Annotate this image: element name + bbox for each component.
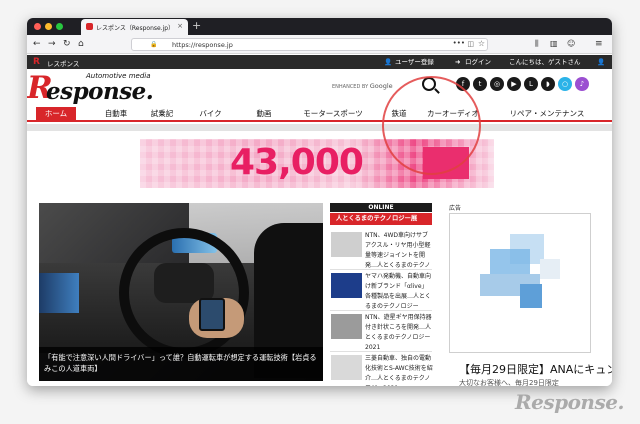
reload-button[interactable]: ↻ [63,38,71,50]
response-logo[interactable]: R esponse. Automotive media [27,71,157,105]
highlight-circle [382,76,481,175]
tab-close-icon[interactable]: × [177,22,183,30]
google-label: Google [369,82,393,90]
login-link[interactable]: ログイン [465,55,491,69]
account-icon[interactable]: ☺ [567,38,575,50]
bookmark-star-icon[interactable]: ☆ [478,39,485,48]
menu-item[interactable]: リペア・メンテナンス [491,107,603,122]
line-icon[interactable]: L [524,77,538,91]
alexa-icon[interactable]: ○ [558,77,572,91]
ad-label: 広告 [449,205,462,212]
minimize-window-button[interactable] [45,23,52,30]
article-list-item[interactable]: NTN、遊星ギヤ用保持器付き針状ころを開発…人とくるまのテクノロジー2021 [330,308,432,352]
article-list-item[interactable]: NTN、4WD車向けサブアクスル・リヤ用小型軽量等速ジョイントを開発…人とくるま… [330,226,432,270]
search-box[interactable]: ENHANCED BY Google [332,82,393,90]
back-button[interactable]: ← [33,38,41,50]
screenshot-stage: レスポンス（Response.jp） × + ← → ↻ ⌂ 🔒 https:/… [0,0,640,424]
article-thumbnail[interactable] [331,273,362,298]
rss-icon[interactable]: ◗ [541,77,555,91]
lock-icon: 🔒 [150,41,158,48]
user-register-link[interactable]: ユーザー登録 [395,55,434,69]
new-tab-button[interactable]: + [192,19,201,32]
logo-tagline: Automotive media [86,72,151,80]
pocket-icon[interactable]: ◫ [467,40,474,48]
menu-item[interactable]: 自動車 [96,107,136,122]
home-button[interactable]: ⌂ [78,38,84,50]
article-thumbnail[interactable] [331,314,362,339]
menu-item[interactable]: 試乗記 [139,107,185,122]
web-page: R レスポンス 👤 ユーザー登録 ➜ ログイン こんにちは、ゲストさん 👤 R … [27,55,612,386]
online-section-title[interactable]: 人とくるまのテクノロジー展 [330,213,432,225]
address-bar-url: https://response.jp [172,41,233,49]
article-thumbnail[interactable] [331,232,362,257]
library-icon[interactable]: ⫼ [535,38,539,50]
article-title[interactable]: NTN、4WD車向けサブアクスル・リヤ用小型軽量等速ジョイントを開発…人とくるま… [365,231,433,269]
response-watermark: Response. [515,390,624,414]
article-title[interactable]: NTN、遊星ギヤ用保持器付き針状ころを開発…人とくるまのテクノロジー2021 [365,313,433,351]
enhanced-by-label: ENHANCED BY [332,84,369,90]
ad-headline[interactable]: 【毎月29日限定】ANAにキュン [459,361,612,377]
sidebar-ad[interactable]: 広告 【毎月29日限定】ANAにキュン 大切なお客様へ、毎月29日限定 [445,203,612,386]
tab-title: レスポンス（Response.jp） [96,25,175,32]
menu-item[interactable]: 動画 [239,107,289,122]
banner-number: 43,000 [230,142,364,183]
menu-item[interactable]: モータースポーツ [293,107,373,122]
carousel-indicators [39,385,119,386]
user-icon: 👤 [384,58,393,66]
sidebar-icon[interactable]: ▥ [550,38,558,50]
maximize-window-button[interactable] [56,23,63,30]
forward-button[interactable]: → [48,38,56,50]
menu-item[interactable]: ホーム [36,107,76,122]
menu-item[interactable]: バイク [188,107,233,122]
article-thumbnail[interactable] [331,355,362,380]
article-list-item[interactable]: ヤマハ発動機、自動車向け新ブランド「αlive」各種製品を出展…人とくるまのテク… [330,267,432,311]
greeting-text: こんにちは、ゲストさん [509,58,581,66]
site-brand-label[interactable]: レスポンス [47,58,79,68]
guest-avatar-icon[interactable]: 👤 [597,55,605,69]
site-top-strip: R レスポンス 👤 ユーザー登録 ➜ ログイン こんにちは、ゲストさん 👤 [27,55,612,69]
login-icon: ➜ [455,58,461,66]
browser-tab[interactable]: レスポンス（Response.jp） × [81,19,188,35]
navigation-toolbar: ← → ↻ ⌂ 🔒 https://response.jp ••• ◫ ☆ ⫼ … [27,35,612,54]
twitter-icon[interactable]: t [473,77,487,91]
tab-bar: レスポンス（Response.jp） × + [27,18,612,35]
hero-caption[interactable]: 「有能で注意深い人間ドライバー」って誰？自動運転車が想定する運転技術【岩貞るみこ… [39,347,323,381]
submenu-bar [27,124,612,131]
close-window-button[interactable] [34,23,41,30]
site-mini-logo-icon: R [33,57,40,67]
address-bar[interactable]: 🔒 https://response.jp ••• ◫ ☆ [131,38,488,51]
article-list-item[interactable]: 三菱自動車、独自の電動化技術とS-AWC技術を紹介…人とくるまのテクノロジー20… [330,349,433,386]
online-section: ONLINE 人とくるまのテクノロジー展 NTN、4WD車向けサブアクスル・リヤ… [330,203,433,386]
browser-window: レスポンス（Response.jp） × + ← → ↻ ⌂ 🔒 https:/… [27,18,612,386]
instagram-icon[interactable]: ◎ [490,77,504,91]
online-label: ONLINE [330,203,432,212]
page-actions-icon[interactable]: ••• [453,39,465,47]
menu-icon[interactable]: ≡ [595,38,603,50]
hero-carousel[interactable]: 「有能で注意深い人間ドライバー」って誰？自動運転車が想定する運転技術【岩貞るみこ… [39,203,323,381]
youtube-icon[interactable]: ▶ [507,77,521,91]
ad-subtext: 大切なお客様へ、毎月29日限定 [459,379,559,386]
main-menu: ホーム 自動車 試乗記 バイク 動画 モータースポーツ 鉄道 カーオーディオ リペア・メンテナン… [27,107,612,122]
article-title[interactable]: ヤマハ発動機、自動車向け新ブランド「αlive」各種製品を出展…人とくるまのテク… [365,272,433,310]
response-favicon-icon [86,23,93,30]
site-header: R esponse. Automotive media ENHANCED BY … [27,69,612,107]
ad-image[interactable] [449,213,591,353]
podcast-icon[interactable]: ♪ [575,77,589,91]
article-title[interactable]: 三菱自動車、独自の電動化技術とS-AWC技術を紹介…人とくるまのテクノロジー20… [365,354,433,386]
